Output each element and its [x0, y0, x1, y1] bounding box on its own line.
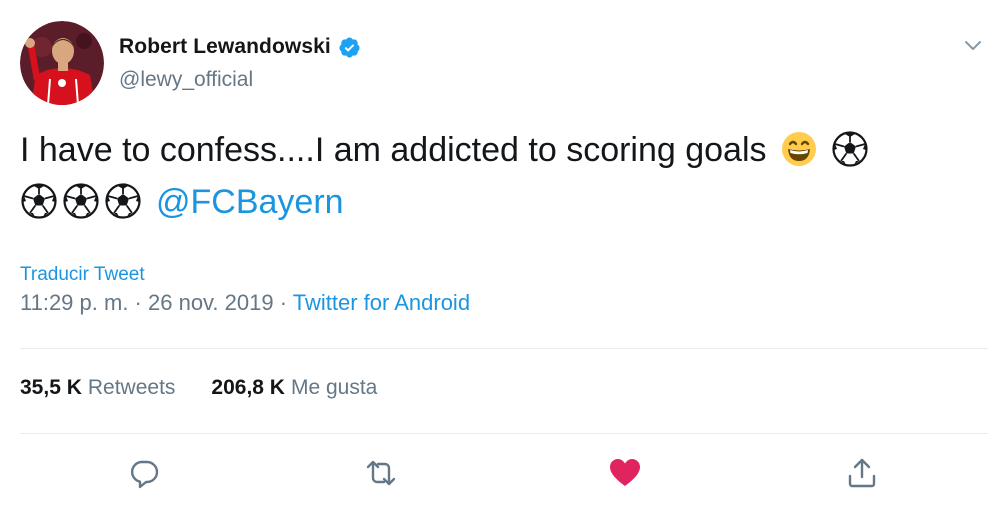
tweet-body: I have to confess....I am addicted to sc… — [20, 131, 767, 169]
soccer-ball-icon — [105, 183, 141, 219]
tweet-stats: 35,5 K Retweets 206,8 K Me gusta — [20, 376, 413, 400]
tweet-card: Robert Lewandowski @lewy_official I have… — [0, 0, 1000, 516]
likes-stat[interactable]: 206,8 K Me gusta — [211, 376, 377, 400]
retweets-count: 35,5 K — [20, 376, 82, 399]
soccer-ball-icon — [21, 183, 57, 219]
retweet-icon[interactable] — [364, 456, 398, 490]
tweet-date[interactable]: 26 nov. 2019 — [148, 290, 274, 315]
reply-icon[interactable] — [127, 456, 161, 490]
likes-count: 206,8 K — [211, 376, 285, 399]
avatar[interactable] — [20, 21, 104, 105]
verified-badge-icon — [338, 36, 361, 59]
retweets-label: Retweets — [87, 376, 176, 399]
tweet-meta: 11:29 p. m. · 26 nov. 2019 · Twitter for… — [20, 290, 470, 316]
author-handle[interactable]: @lewy_official — [119, 68, 253, 92]
author-row: Robert Lewandowski — [119, 35, 361, 59]
grinning-face-icon — [781, 132, 816, 166]
tweet-text: I have to confess....I am addicted to sc… — [20, 124, 990, 228]
tweet-source-link[interactable]: Twitter for Android — [293, 290, 470, 315]
chevron-down-icon[interactable] — [962, 34, 984, 56]
retweets-stat[interactable]: 35,5 K Retweets — [20, 376, 175, 400]
likes-label: Me gusta — [290, 376, 378, 399]
soccer-ball-icon — [832, 131, 869, 167]
meta-separator: · — [273, 290, 293, 315]
tweet-time[interactable]: 11:29 p. m. — [20, 290, 128, 315]
soccer-ball-icon — [63, 183, 99, 219]
translate-tweet-link[interactable]: Traducir Tweet — [20, 264, 145, 286]
heart-icon[interactable] — [608, 456, 642, 490]
author-name[interactable]: Robert Lewandowski — [119, 35, 331, 59]
divider — [20, 433, 988, 434]
mention-link[interactable]: @FCBayern — [156, 183, 344, 221]
divider — [20, 348, 988, 349]
share-icon[interactable] — [845, 456, 879, 490]
meta-separator: · — [128, 290, 148, 315]
